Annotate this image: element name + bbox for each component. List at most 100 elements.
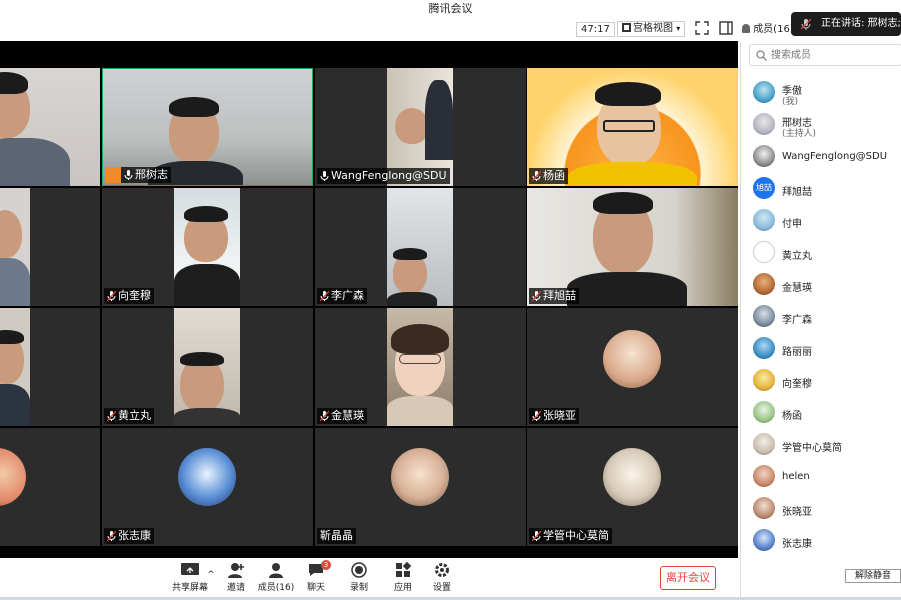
- participant-label: 杨函: [529, 168, 568, 184]
- member-name: 张志康: [782, 539, 812, 550]
- view-mode-label: 宫格视图: [633, 23, 673, 34]
- member-role: (主持人): [782, 129, 817, 139]
- video-tile[interactable]: [0, 428, 100, 546]
- apps-icon: [396, 562, 412, 577]
- member-item[interactable]: 向奎穆: [751, 367, 901, 397]
- member-item[interactable]: 金慧瑛: [751, 271, 901, 301]
- share-screen-icon: [181, 563, 199, 575]
- members-toggle-label: 成员(16): [753, 24, 794, 35]
- member-name: 学管中心莫简: [782, 443, 842, 454]
- member-name: 付申: [782, 219, 802, 230]
- unmute-all-button[interactable]: 解除静音: [845, 569, 901, 583]
- participant-name: 邢树志: [135, 168, 168, 181]
- invite-button[interactable]: 邀请: [216, 562, 256, 593]
- mic-muted-icon: [107, 531, 116, 541]
- video-tile[interactable]: 张志康: [102, 428, 313, 546]
- fullscreen-icon[interactable]: [695, 21, 709, 35]
- record-label: 录制: [349, 583, 368, 593]
- avatar: [753, 305, 775, 327]
- mic-icon: [320, 171, 329, 181]
- participant-label: 金慧瑛: [317, 408, 367, 424]
- member-item[interactable]: 路丽丽: [751, 335, 901, 365]
- member-item[interactable]: 张志康: [751, 527, 901, 557]
- member-name: 路丽丽: [782, 347, 812, 358]
- participant-label: 李广森: [317, 288, 367, 304]
- video-tile[interactable]: WangFenglong@SDU: [315, 68, 526, 186]
- participant-name: 金慧瑛: [331, 409, 364, 422]
- host-icon: [105, 167, 121, 183]
- member-item[interactable]: WangFenglong@SDU: [751, 143, 901, 173]
- mic-muted-icon: [532, 171, 541, 181]
- video-tile[interactable]: 黄立丸: [102, 308, 313, 426]
- member-item[interactable]: 付申: [751, 207, 901, 237]
- mic-muted-icon: [320, 291, 329, 301]
- avatar: [753, 433, 775, 455]
- participant-label: WangFenglong@SDU: [317, 168, 450, 184]
- participant-name: 学管中心莫简: [543, 529, 609, 542]
- video-tile[interactable]: 拜旭喆: [527, 188, 738, 306]
- record-button[interactable]: 录制: [339, 562, 379, 593]
- chat-button[interactable]: 3 聊天: [296, 560, 336, 593]
- avatar: [753, 145, 775, 167]
- search-input[interactable]: [771, 47, 899, 63]
- view-mode-dropdown[interactable]: 宫格视图 ▾: [617, 21, 686, 37]
- mic-muted-icon: [532, 411, 541, 421]
- video-tile[interactable]: 向奎穆: [102, 188, 313, 306]
- glasses-icon: [603, 120, 655, 132]
- members-button[interactable]: 成员(16): [256, 562, 296, 593]
- participant-label: 张晓亚: [529, 408, 579, 424]
- avatar: [753, 81, 775, 103]
- video-tile[interactable]: 学管中心莫简: [527, 428, 738, 546]
- avatar: [753, 337, 775, 359]
- participant-label: 靳晶晶: [317, 528, 356, 544]
- avatar: [753, 465, 775, 487]
- video-tile[interactable]: 靳晶晶: [315, 428, 526, 546]
- member-name: 张晓亚: [782, 507, 812, 518]
- member-name: 向奎穆: [782, 379, 812, 390]
- leave-meeting-button[interactable]: 离开会议: [660, 566, 716, 590]
- video-tile[interactable]: [0, 68, 100, 186]
- member-search[interactable]: [749, 44, 901, 66]
- member-item[interactable]: 邢树志 (主持人): [751, 111, 901, 141]
- sidebar-toggle-icon[interactable]: [719, 21, 733, 35]
- video-tile[interactable]: 金慧瑛: [315, 308, 526, 426]
- member-item[interactable]: helen: [751, 463, 901, 493]
- participant-avatar: [603, 330, 661, 388]
- video-tile[interactable]: [0, 308, 100, 426]
- video-tile[interactable]: 李广森: [315, 188, 526, 306]
- members-toggle[interactable]: 成员(16): [742, 22, 794, 38]
- settings-button[interactable]: 设置: [422, 562, 462, 593]
- participant-name: 李广森: [331, 289, 364, 302]
- video-tile[interactable]: [0, 188, 100, 306]
- member-item[interactable]: 杨函: [751, 399, 901, 429]
- gear-icon: [435, 563, 449, 577]
- member-item[interactable]: 季傲 (我): [751, 79, 901, 109]
- chevron-up-icon: ^: [207, 570, 215, 580]
- mic-muted-icon: [107, 291, 116, 301]
- record-icon: [351, 562, 367, 578]
- video-tile-active[interactable]: 邢树志: [102, 68, 313, 186]
- share-screen-label: 共享屏幕: [171, 583, 208, 593]
- member-item[interactable]: 黄立丸: [751, 239, 901, 269]
- member-item[interactable]: 李广森: [751, 303, 901, 333]
- avatar: [753, 113, 775, 135]
- avatar: [753, 369, 775, 391]
- member-item[interactable]: 张晓亚: [751, 495, 901, 525]
- mic-icon: [124, 170, 133, 180]
- person-icon: [742, 24, 750, 33]
- video-tile[interactable]: 张晓亚: [527, 308, 738, 426]
- participant-label: 学管中心莫简: [529, 528, 612, 544]
- member-item[interactable]: 学管中心莫简: [751, 431, 901, 461]
- grid-icon: [622, 23, 631, 32]
- meeting-timer: 47:17: [576, 22, 615, 37]
- member-item[interactable]: 旭喆 拜旭喆: [751, 175, 901, 205]
- participant-name: 杨函: [543, 169, 565, 182]
- participant-label: 邢树志: [121, 167, 171, 183]
- participant-name: WangFenglong@SDU: [331, 169, 447, 182]
- mic-muted-icon: [107, 411, 116, 421]
- chat-label: 聊天: [306, 583, 325, 593]
- apps-button[interactable]: 应用: [383, 562, 423, 593]
- video-tile[interactable]: 杨函: [527, 68, 738, 186]
- member-role: (我): [782, 97, 799, 107]
- avatar: 旭喆: [753, 177, 775, 199]
